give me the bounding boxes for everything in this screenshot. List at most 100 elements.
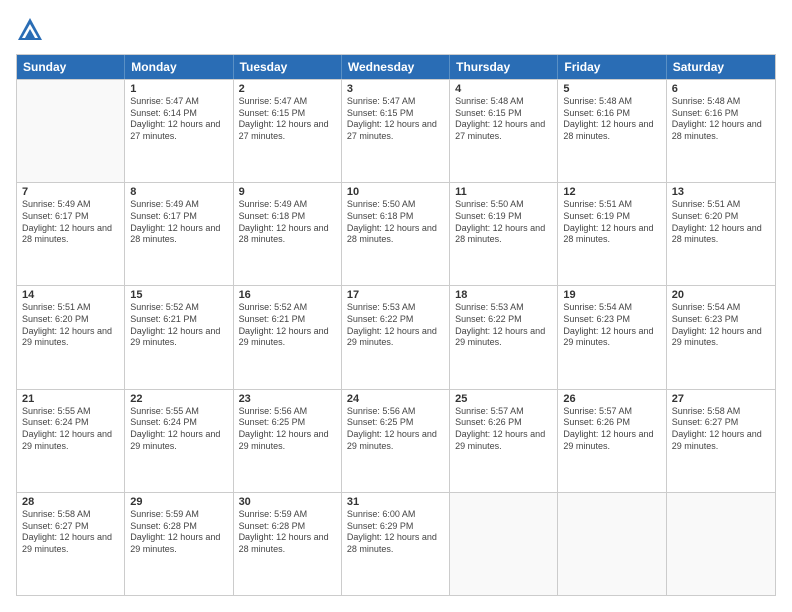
calendar-cell: 11Sunrise: 5:50 AM Sunset: 6:19 PM Dayli… — [450, 183, 558, 285]
cell-info: Sunrise: 6:00 AM Sunset: 6:29 PM Dayligh… — [347, 509, 444, 556]
calendar-header-cell: Tuesday — [234, 55, 342, 79]
calendar-cell: 20Sunrise: 5:54 AM Sunset: 6:23 PM Dayli… — [667, 286, 775, 388]
calendar-header-cell: Friday — [558, 55, 666, 79]
cell-info: Sunrise: 5:54 AM Sunset: 6:23 PM Dayligh… — [672, 302, 770, 349]
page: SundayMondayTuesdayWednesdayThursdayFrid… — [0, 0, 792, 612]
cell-info: Sunrise: 5:53 AM Sunset: 6:22 PM Dayligh… — [455, 302, 552, 349]
cell-day-number: 23 — [239, 393, 336, 405]
calendar-row: 21Sunrise: 5:55 AM Sunset: 6:24 PM Dayli… — [17, 389, 775, 492]
cell-day-number: 12 — [563, 186, 660, 198]
logo-icon — [16, 16, 44, 44]
calendar-header: SundayMondayTuesdayWednesdayThursdayFrid… — [17, 55, 775, 79]
calendar-cell: 7Sunrise: 5:49 AM Sunset: 6:17 PM Daylig… — [17, 183, 125, 285]
cell-day-number: 18 — [455, 289, 552, 301]
cell-day-number: 8 — [130, 186, 227, 198]
calendar-cell: 31Sunrise: 6:00 AM Sunset: 6:29 PM Dayli… — [342, 493, 450, 595]
calendar-cell: 24Sunrise: 5:56 AM Sunset: 6:25 PM Dayli… — [342, 390, 450, 492]
calendar-cell: 5Sunrise: 5:48 AM Sunset: 6:16 PM Daylig… — [558, 80, 666, 182]
cell-day-number: 31 — [347, 496, 444, 508]
cell-info: Sunrise: 5:58 AM Sunset: 6:27 PM Dayligh… — [22, 509, 119, 556]
cell-info: Sunrise: 5:59 AM Sunset: 6:28 PM Dayligh… — [130, 509, 227, 556]
cell-day-number: 3 — [347, 83, 444, 95]
calendar-row: 7Sunrise: 5:49 AM Sunset: 6:17 PM Daylig… — [17, 182, 775, 285]
cell-info: Sunrise: 5:51 AM Sunset: 6:20 PM Dayligh… — [22, 302, 119, 349]
calendar-cell: 2Sunrise: 5:47 AM Sunset: 6:15 PM Daylig… — [234, 80, 342, 182]
calendar-cell: 13Sunrise: 5:51 AM Sunset: 6:20 PM Dayli… — [667, 183, 775, 285]
calendar-cell: 28Sunrise: 5:58 AM Sunset: 6:27 PM Dayli… — [17, 493, 125, 595]
cell-info: Sunrise: 5:57 AM Sunset: 6:26 PM Dayligh… — [563, 406, 660, 453]
calendar-cell: 1Sunrise: 5:47 AM Sunset: 6:14 PM Daylig… — [125, 80, 233, 182]
calendar-row: 28Sunrise: 5:58 AM Sunset: 6:27 PM Dayli… — [17, 492, 775, 595]
cell-day-number: 15 — [130, 289, 227, 301]
calendar-cell: 17Sunrise: 5:53 AM Sunset: 6:22 PM Dayli… — [342, 286, 450, 388]
header — [16, 16, 776, 44]
calendar-cell — [17, 80, 125, 182]
cell-info: Sunrise: 5:52 AM Sunset: 6:21 PM Dayligh… — [239, 302, 336, 349]
cell-info: Sunrise: 5:54 AM Sunset: 6:23 PM Dayligh… — [563, 302, 660, 349]
calendar-cell: 15Sunrise: 5:52 AM Sunset: 6:21 PM Dayli… — [125, 286, 233, 388]
calendar-cell: 21Sunrise: 5:55 AM Sunset: 6:24 PM Dayli… — [17, 390, 125, 492]
cell-day-number: 29 — [130, 496, 227, 508]
cell-day-number: 11 — [455, 186, 552, 198]
calendar-cell: 29Sunrise: 5:59 AM Sunset: 6:28 PM Dayli… — [125, 493, 233, 595]
cell-day-number: 21 — [22, 393, 119, 405]
calendar-row: 1Sunrise: 5:47 AM Sunset: 6:14 PM Daylig… — [17, 79, 775, 182]
cell-day-number: 24 — [347, 393, 444, 405]
calendar-header-cell: Wednesday — [342, 55, 450, 79]
cell-day-number: 7 — [22, 186, 119, 198]
calendar-cell: 23Sunrise: 5:56 AM Sunset: 6:25 PM Dayli… — [234, 390, 342, 492]
cell-info: Sunrise: 5:53 AM Sunset: 6:22 PM Dayligh… — [347, 302, 444, 349]
calendar-body: 1Sunrise: 5:47 AM Sunset: 6:14 PM Daylig… — [17, 79, 775, 595]
calendar-row: 14Sunrise: 5:51 AM Sunset: 6:20 PM Dayli… — [17, 285, 775, 388]
calendar-cell: 9Sunrise: 5:49 AM Sunset: 6:18 PM Daylig… — [234, 183, 342, 285]
calendar-cell: 18Sunrise: 5:53 AM Sunset: 6:22 PM Dayli… — [450, 286, 558, 388]
calendar-cell: 25Sunrise: 5:57 AM Sunset: 6:26 PM Dayli… — [450, 390, 558, 492]
cell-day-number: 28 — [22, 496, 119, 508]
cell-day-number: 17 — [347, 289, 444, 301]
calendar-cell: 16Sunrise: 5:52 AM Sunset: 6:21 PM Dayli… — [234, 286, 342, 388]
cell-day-number: 14 — [22, 289, 119, 301]
cell-info: Sunrise: 5:47 AM Sunset: 6:14 PM Dayligh… — [130, 96, 227, 143]
cell-day-number: 1 — [130, 83, 227, 95]
calendar: SundayMondayTuesdayWednesdayThursdayFrid… — [16, 54, 776, 596]
cell-info: Sunrise: 5:47 AM Sunset: 6:15 PM Dayligh… — [239, 96, 336, 143]
cell-info: Sunrise: 5:52 AM Sunset: 6:21 PM Dayligh… — [130, 302, 227, 349]
cell-info: Sunrise: 5:55 AM Sunset: 6:24 PM Dayligh… — [22, 406, 119, 453]
cell-day-number: 9 — [239, 186, 336, 198]
cell-info: Sunrise: 5:59 AM Sunset: 6:28 PM Dayligh… — [239, 509, 336, 556]
calendar-header-cell: Sunday — [17, 55, 125, 79]
cell-info: Sunrise: 5:51 AM Sunset: 6:19 PM Dayligh… — [563, 199, 660, 246]
cell-info: Sunrise: 5:48 AM Sunset: 6:15 PM Dayligh… — [455, 96, 552, 143]
cell-day-number: 4 — [455, 83, 552, 95]
calendar-cell: 12Sunrise: 5:51 AM Sunset: 6:19 PM Dayli… — [558, 183, 666, 285]
calendar-header-cell: Monday — [125, 55, 233, 79]
cell-day-number: 20 — [672, 289, 770, 301]
calendar-header-cell: Thursday — [450, 55, 558, 79]
calendar-cell: 4Sunrise: 5:48 AM Sunset: 6:15 PM Daylig… — [450, 80, 558, 182]
cell-info: Sunrise: 5:56 AM Sunset: 6:25 PM Dayligh… — [347, 406, 444, 453]
calendar-cell: 19Sunrise: 5:54 AM Sunset: 6:23 PM Dayli… — [558, 286, 666, 388]
cell-day-number: 25 — [455, 393, 552, 405]
cell-info: Sunrise: 5:57 AM Sunset: 6:26 PM Dayligh… — [455, 406, 552, 453]
cell-day-number: 22 — [130, 393, 227, 405]
cell-info: Sunrise: 5:50 AM Sunset: 6:18 PM Dayligh… — [347, 199, 444, 246]
calendar-cell: 22Sunrise: 5:55 AM Sunset: 6:24 PM Dayli… — [125, 390, 233, 492]
calendar-cell: 6Sunrise: 5:48 AM Sunset: 6:16 PM Daylig… — [667, 80, 775, 182]
cell-day-number: 13 — [672, 186, 770, 198]
cell-info: Sunrise: 5:49 AM Sunset: 6:18 PM Dayligh… — [239, 199, 336, 246]
logo — [16, 16, 46, 44]
calendar-cell: 30Sunrise: 5:59 AM Sunset: 6:28 PM Dayli… — [234, 493, 342, 595]
calendar-cell: 3Sunrise: 5:47 AM Sunset: 6:15 PM Daylig… — [342, 80, 450, 182]
cell-info: Sunrise: 5:48 AM Sunset: 6:16 PM Dayligh… — [563, 96, 660, 143]
cell-info: Sunrise: 5:51 AM Sunset: 6:20 PM Dayligh… — [672, 199, 770, 246]
calendar-cell: 10Sunrise: 5:50 AM Sunset: 6:18 PM Dayli… — [342, 183, 450, 285]
cell-info: Sunrise: 5:49 AM Sunset: 6:17 PM Dayligh… — [22, 199, 119, 246]
calendar-cell — [667, 493, 775, 595]
calendar-header-cell: Saturday — [667, 55, 775, 79]
cell-day-number: 27 — [672, 393, 770, 405]
cell-info: Sunrise: 5:55 AM Sunset: 6:24 PM Dayligh… — [130, 406, 227, 453]
cell-day-number: 30 — [239, 496, 336, 508]
calendar-cell: 27Sunrise: 5:58 AM Sunset: 6:27 PM Dayli… — [667, 390, 775, 492]
cell-day-number: 2 — [239, 83, 336, 95]
cell-day-number: 16 — [239, 289, 336, 301]
